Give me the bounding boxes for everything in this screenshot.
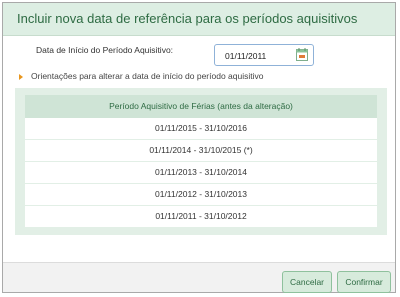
table-header: Período Aquisitivo de Férias (antes da a… (25, 95, 377, 118)
calendar-icon[interactable] (296, 48, 308, 61)
cancel-button[interactable]: Cancelar (282, 271, 332, 293)
table-row: 01/11/2014 - 31/10/2015 (*) (25, 140, 377, 162)
table-row: 01/11/2013 - 31/10/2014 (25, 162, 377, 184)
table-row: 01/11/2011 - 31/10/2012 (25, 206, 377, 228)
confirm-button[interactable]: Confirmar (337, 271, 391, 293)
table-row: 01/11/2012 - 31/10/2013 (25, 184, 377, 206)
dialog-header: Incluir nova data de referência para os … (3, 3, 395, 36)
periods-table: Período Aquisitivo de Férias (antes da a… (15, 88, 387, 235)
dialog: Incluir nova data de referência para os … (2, 2, 396, 293)
arrow-right-icon (19, 74, 23, 80)
dialog-title: Incluir nova data de referência para os … (17, 11, 358, 26)
table-row: 01/11/2015 - 31/10/2016 (25, 118, 377, 140)
start-date-value[interactable]: 01/11/2011 (225, 51, 266, 61)
start-date-label: Data de Início do Período Aquisitivo: (36, 45, 174, 55)
orientation-link-text[interactable]: Orientações para alterar a data de iníci… (31, 71, 263, 81)
start-date-input[interactable]: 01/11/2011 (214, 44, 314, 66)
